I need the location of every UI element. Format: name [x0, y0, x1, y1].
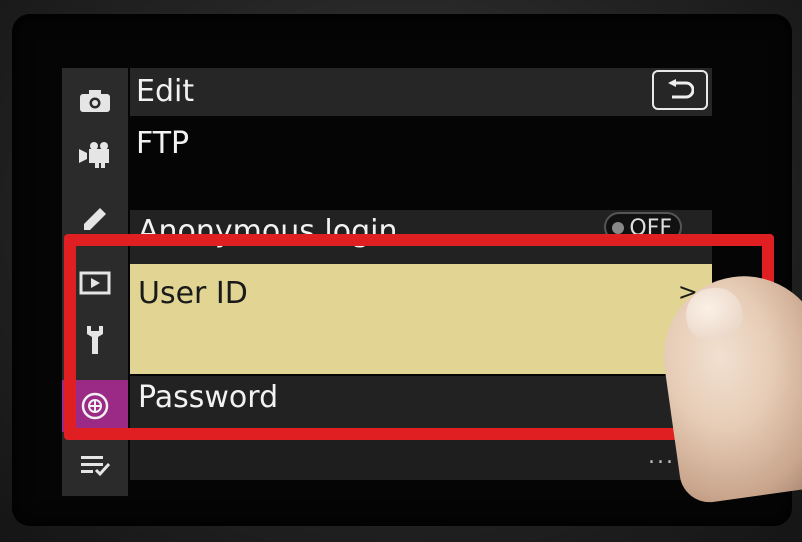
page-title: Edit [136, 74, 195, 109]
my-menu-icon [81, 456, 111, 477]
camera-icon [80, 90, 110, 112]
camera-icon[interactable] [62, 76, 128, 126]
more-indicator: ... [648, 444, 675, 469]
movie-camera-icon [79, 142, 109, 168]
section-subtitle: FTP [136, 126, 190, 161]
pencil-icon [84, 208, 106, 230]
return-arrow-icon [668, 79, 694, 99]
back-button[interactable] [652, 70, 708, 110]
toggle-knob [612, 222, 624, 234]
my-menu-icon[interactable] [62, 440, 128, 490]
header-bar [130, 68, 712, 116]
movie-camera-icon[interactable] [62, 130, 128, 180]
